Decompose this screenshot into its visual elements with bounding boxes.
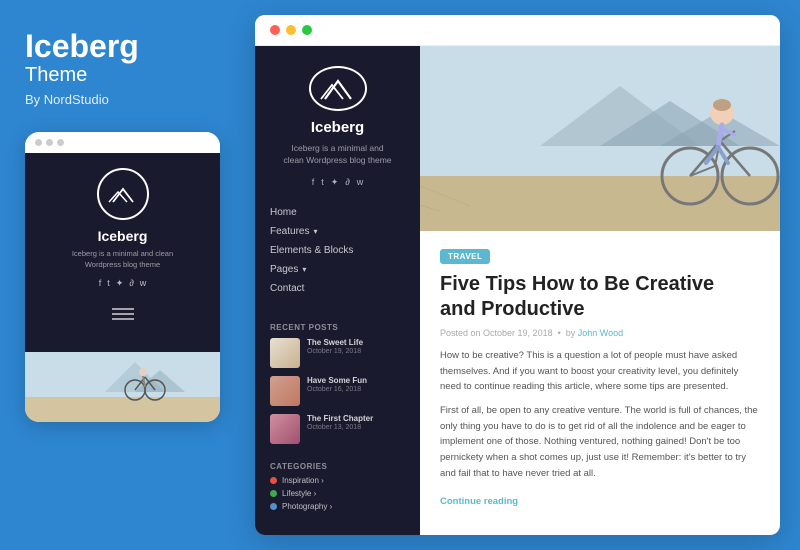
nav-pages[interactable]: Pages ▾ — [270, 260, 405, 279]
cat-label-inspiration: Inspiration › — [282, 476, 324, 485]
ig-icon: ✦ — [116, 278, 124, 289]
sidebar-nav: Home Features ▾ Elements & Blocks Pages … — [270, 203, 405, 298]
mobile-mockup: Iceberg Iceberg is a minimal and cleanWo… — [25, 132, 220, 422]
recent-post-2: Have Some Fun October 16, 2018 — [270, 376, 405, 406]
wp-icon: w — [140, 278, 147, 289]
article-title: Five Tips How to Be Creativeand Producti… — [440, 272, 760, 322]
mobile-logo — [97, 168, 149, 220]
sidebar-tk-icon: ∂ — [345, 177, 349, 188]
recent-post-3: The First Chapter October 13, 2018 — [270, 414, 405, 444]
nav-elements[interactable]: Elements & Blocks — [270, 241, 405, 260]
mobile-brand-desc: Iceberg is a minimal and cleanWordpress … — [72, 249, 173, 270]
post-title-1: The Sweet Life — [307, 338, 363, 348]
brand-subtitle: Theme — [25, 64, 220, 87]
article-meta: Posted on October 19, 2018 • by John Woo… — [440, 328, 760, 338]
post-info-3: The First Chapter October 13, 2018 — [307, 414, 373, 431]
sidebar-logo — [309, 66, 367, 111]
mobile-titlebar — [25, 132, 220, 153]
author-link[interactable]: John Wood — [578, 328, 623, 338]
browser-body: Iceberg Iceberg is a minimal andclean Wo… — [255, 46, 780, 535]
post-thumb-3 — [270, 414, 300, 444]
post-date-2: October 16, 2018 — [307, 386, 367, 393]
category-inspiration: Inspiration › — [270, 476, 405, 485]
post-thumb-1 — [270, 338, 300, 368]
post-thumb-2 — [270, 376, 300, 406]
mobile-dot-2 — [46, 139, 53, 146]
article-body: How to be creative? This is a question a… — [440, 348, 760, 481]
recent-post-1: The Sweet Life October 19, 2018 — [270, 338, 405, 368]
post-date-3: October 13, 2018 — [307, 424, 373, 431]
category-photography: Photography › — [270, 502, 405, 511]
mobile-brand-name: Iceberg — [98, 228, 148, 244]
post-title-2: Have Some Fun — [307, 376, 367, 386]
mobile-bike-scene — [25, 352, 220, 422]
article-tag: TRAVEL — [440, 249, 490, 264]
site-main: TRAVEL Five Tips How to Be Creativeand P… — [420, 46, 780, 535]
nav-contact-label: Contact — [270, 283, 304, 294]
mobile-dot-3 — [57, 139, 64, 146]
browser-titlebar — [255, 15, 780, 46]
site-sidebar: Iceberg Iceberg is a minimal andclean Wo… — [255, 46, 420, 535]
recent-posts-title: RECENT POSTS — [270, 323, 405, 332]
mobile-social-icons: f t ✦ ∂ w — [99, 278, 147, 289]
tw-icon: t — [107, 278, 110, 289]
browser-window: Iceberg Iceberg is a minimal andclean Wo… — [255, 15, 780, 535]
mobile-dot-1 — [35, 139, 42, 146]
sidebar-social-icons: f t ✦ ∂ w — [312, 177, 364, 188]
mobile-hamburger — [112, 306, 134, 322]
nav-pages-label: Pages — [270, 264, 298, 275]
cat-dot-lifestyle — [270, 490, 277, 497]
brand-by: By NordStudio — [25, 92, 220, 107]
continue-reading-link[interactable]: Continue reading — [440, 496, 518, 507]
browser-dot-green — [302, 25, 312, 35]
nav-home-label: Home — [270, 207, 297, 218]
brand-title: Iceberg — [25, 30, 220, 62]
nav-features[interactable]: Features ▾ — [270, 222, 405, 241]
nav-contact[interactable]: Contact — [270, 279, 405, 298]
nav-features-label: Features — [270, 226, 309, 237]
cat-label-photography: Photography › — [282, 502, 332, 511]
post-title-3: The First Chapter — [307, 414, 373, 424]
cat-dot-inspiration — [270, 477, 277, 484]
browser-dot-yellow — [286, 25, 296, 35]
cat-dot-photography — [270, 503, 277, 510]
nav-home[interactable]: Home — [270, 203, 405, 222]
browser-dot-red — [270, 25, 280, 35]
post-date-1: October 19, 2018 — [307, 348, 363, 355]
cat-label-lifestyle: Lifestyle › — [282, 489, 316, 498]
article-body-p2: First of all, be open to any creative ve… — [440, 403, 760, 481]
categories-title: CATEGORIES — [270, 462, 405, 471]
nav-features-arrow: ▾ — [313, 227, 317, 236]
sidebar-tw-icon: t — [321, 177, 324, 188]
sidebar-brand-desc: Iceberg is a minimal andclean Wordpress … — [283, 142, 391, 168]
mobile-content: Iceberg Iceberg is a minimal and cleanWo… — [25, 153, 220, 352]
mobile-image-strip — [25, 352, 220, 422]
hero-image — [420, 46, 780, 231]
sidebar-brand-name: Iceberg — [311, 119, 364, 136]
fb-icon: f — [99, 278, 102, 289]
nav-elements-label: Elements & Blocks — [270, 245, 353, 256]
nav-pages-arrow: ▾ — [302, 265, 306, 274]
left-panel: Iceberg Theme By NordStudio Iceberg Iceb… — [0, 0, 245, 550]
category-lifestyle: Lifestyle › — [270, 489, 405, 498]
post-info-1: The Sweet Life October 19, 2018 — [307, 338, 363, 355]
tk-icon: ∂ — [129, 278, 133, 289]
right-panel: Iceberg Iceberg is a minimal andclean Wo… — [245, 0, 800, 550]
sidebar-wp-icon: w — [357, 177, 364, 188]
post-info-2: Have Some Fun October 16, 2018 — [307, 376, 367, 393]
sidebar-fb-icon: f — [312, 177, 315, 188]
article-body-p1: How to be creative? This is a question a… — [440, 348, 760, 395]
sidebar-ig-icon: ✦ — [331, 177, 339, 188]
article-content: TRAVEL Five Tips How to Be Creativeand P… — [420, 231, 780, 535]
